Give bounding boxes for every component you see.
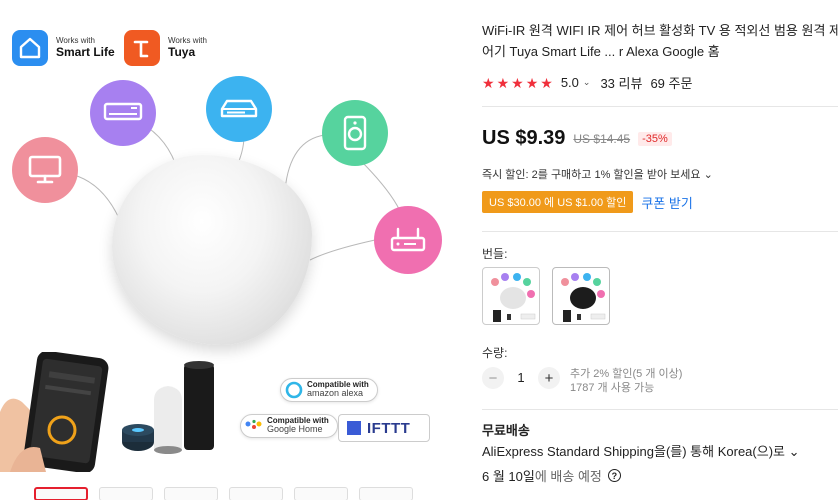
set-top-box-icon	[220, 99, 258, 118]
help-icon[interactable]: ?	[607, 469, 621, 482]
phone-in-hand-icon	[0, 352, 109, 472]
rating-row: ★ ★ ★ ★ ★ 5.0 ⌄ 33 리뷰 69 주문	[482, 73, 692, 92]
bundle-black-thumbnail-icon	[561, 273, 606, 322]
google-home-compat-badge: Compatible with Google Home	[240, 414, 338, 438]
price-row: US $9.39 US $14.45 -35%	[482, 127, 672, 150]
bulk-discount-note: 추가 2% 할인(5 개 이상)	[570, 368, 683, 380]
stock-available-note: 1787 개 사용 가능	[570, 382, 655, 394]
bundle-white-thumbnail-icon	[491, 273, 536, 322]
thumbnail[interactable]	[34, 487, 88, 500]
thumbnail[interactable]	[99, 487, 153, 500]
thumbnail-strip	[34, 487, 413, 500]
smart-speakers-icon	[122, 361, 214, 454]
shipping-method[interactable]: AliExpress Standard Shipping을(를) 통해 Kore…	[482, 441, 800, 460]
speaker-icon	[343, 115, 367, 151]
original-price: US $14.45	[573, 131, 631, 146]
google-assistant-icon	[245, 419, 262, 429]
shipping-date: 6 월 10일 에 배송 예정 ?	[482, 466, 621, 485]
thumbnail[interactable]	[164, 487, 218, 500]
coupon-row: US $30.00 에 US $1.00 할인 쿠폰 받기	[482, 191, 693, 213]
star-icon: ★	[525, 74, 539, 91]
shipping-method-text: AliExpress Standard Shipping을(를) 통해 Kore…	[482, 444, 785, 459]
thumbnail[interactable]	[229, 487, 283, 500]
quantity-note: 추가 2% 할인(5 개 이상) 1787 개 사용 가능	[570, 367, 682, 395]
star-icon: ★	[540, 74, 553, 91]
divider	[482, 231, 838, 232]
quantity-stepper: − 1 + 추가 2% 할인(5 개 이상) 1787 개 사용 가능	[482, 367, 682, 395]
quantity-value[interactable]: 1	[504, 367, 538, 389]
main-product-image[interactable]: Works with Smart Life Works with Tuya Co…	[0, 0, 468, 472]
ifttt-label: IFTTT	[367, 419, 411, 437]
coupon-tag: US $30.00 에 US $1.00 할인	[482, 191, 634, 213]
increase-quantity-button[interactable]: +	[538, 367, 560, 389]
chevron-down-icon: ⌄	[788, 444, 800, 459]
product-info: WiFi-IR 원격 WIFI IR 제어 허브 활성화 TV 용 적외선 범용…	[482, 0, 838, 500]
alexa-icon	[285, 381, 303, 399]
chevron-down-icon[interactable]: ⌄	[583, 77, 591, 88]
thumbnail[interactable]	[359, 487, 413, 500]
instant-discount-text: 즉시 할인: 2를 구매하고 1% 할인을 받아 보세요	[482, 169, 701, 181]
air-conditioner-device	[90, 80, 156, 146]
speaker-device	[322, 100, 388, 166]
rating-stars: ★ ★ ★ ★ ★	[482, 76, 553, 90]
reviews-count[interactable]: 33 리뷰	[600, 73, 642, 92]
product-gallery: Works with Smart Life Works with Tuya Co…	[0, 0, 468, 500]
quantity-label: 수량:	[482, 346, 508, 360]
instant-discount[interactable]: 즉시 할인: 2를 구매하고 1% 할인을 받아 보세요 ⌄	[482, 166, 713, 182]
shipping-title: 무료배송	[482, 423, 530, 438]
divider	[482, 106, 838, 107]
orders-count: 69 주문	[650, 76, 693, 91]
current-price: US $9.39	[482, 127, 566, 149]
star-icon: ★	[482, 74, 495, 91]
product-title: WiFi-IR 원격 WIFI IR 제어 허브 활성화 TV 용 적외선 범용…	[482, 23, 838, 59]
alexa-compat-bottom: amazon alexa	[307, 388, 364, 399]
alexa-compat-badge: Compatible with amazon alexa	[280, 378, 378, 402]
delivery-date-suffix: 에 배송 예정	[534, 469, 602, 484]
ifttt-logo-icon	[347, 421, 361, 435]
router-icon	[390, 227, 426, 252]
star-icon: ★	[496, 74, 510, 91]
ifttt-badge: IFTTT	[338, 414, 430, 442]
decrease-quantity-button[interactable]: −	[482, 367, 504, 389]
bundle-option-black[interactable]	[552, 267, 610, 325]
monitor-device	[12, 137, 78, 203]
rating-score[interactable]: 5.0	[561, 75, 579, 90]
star-icon: ★	[511, 74, 524, 91]
bundle-label: 번들:	[482, 247, 508, 261]
bundle-option-white[interactable]	[482, 267, 540, 325]
google-compat-bottom: Google Home	[267, 424, 323, 435]
thumbnail[interactable]	[294, 487, 348, 500]
air-conditioner-icon	[103, 102, 143, 121]
chevron-down-icon: ⌄	[703, 169, 713, 181]
monitor-icon	[28, 155, 62, 184]
set-top-box-device	[206, 76, 272, 142]
router-device	[374, 206, 442, 274]
delivery-date: 6 월 10일	[482, 469, 535, 484]
get-coupon-link[interactable]: 쿠폰 받기	[641, 193, 692, 212]
bundle-options	[482, 267, 610, 325]
discount-badge: -35%	[638, 131, 672, 146]
divider	[482, 409, 838, 410]
